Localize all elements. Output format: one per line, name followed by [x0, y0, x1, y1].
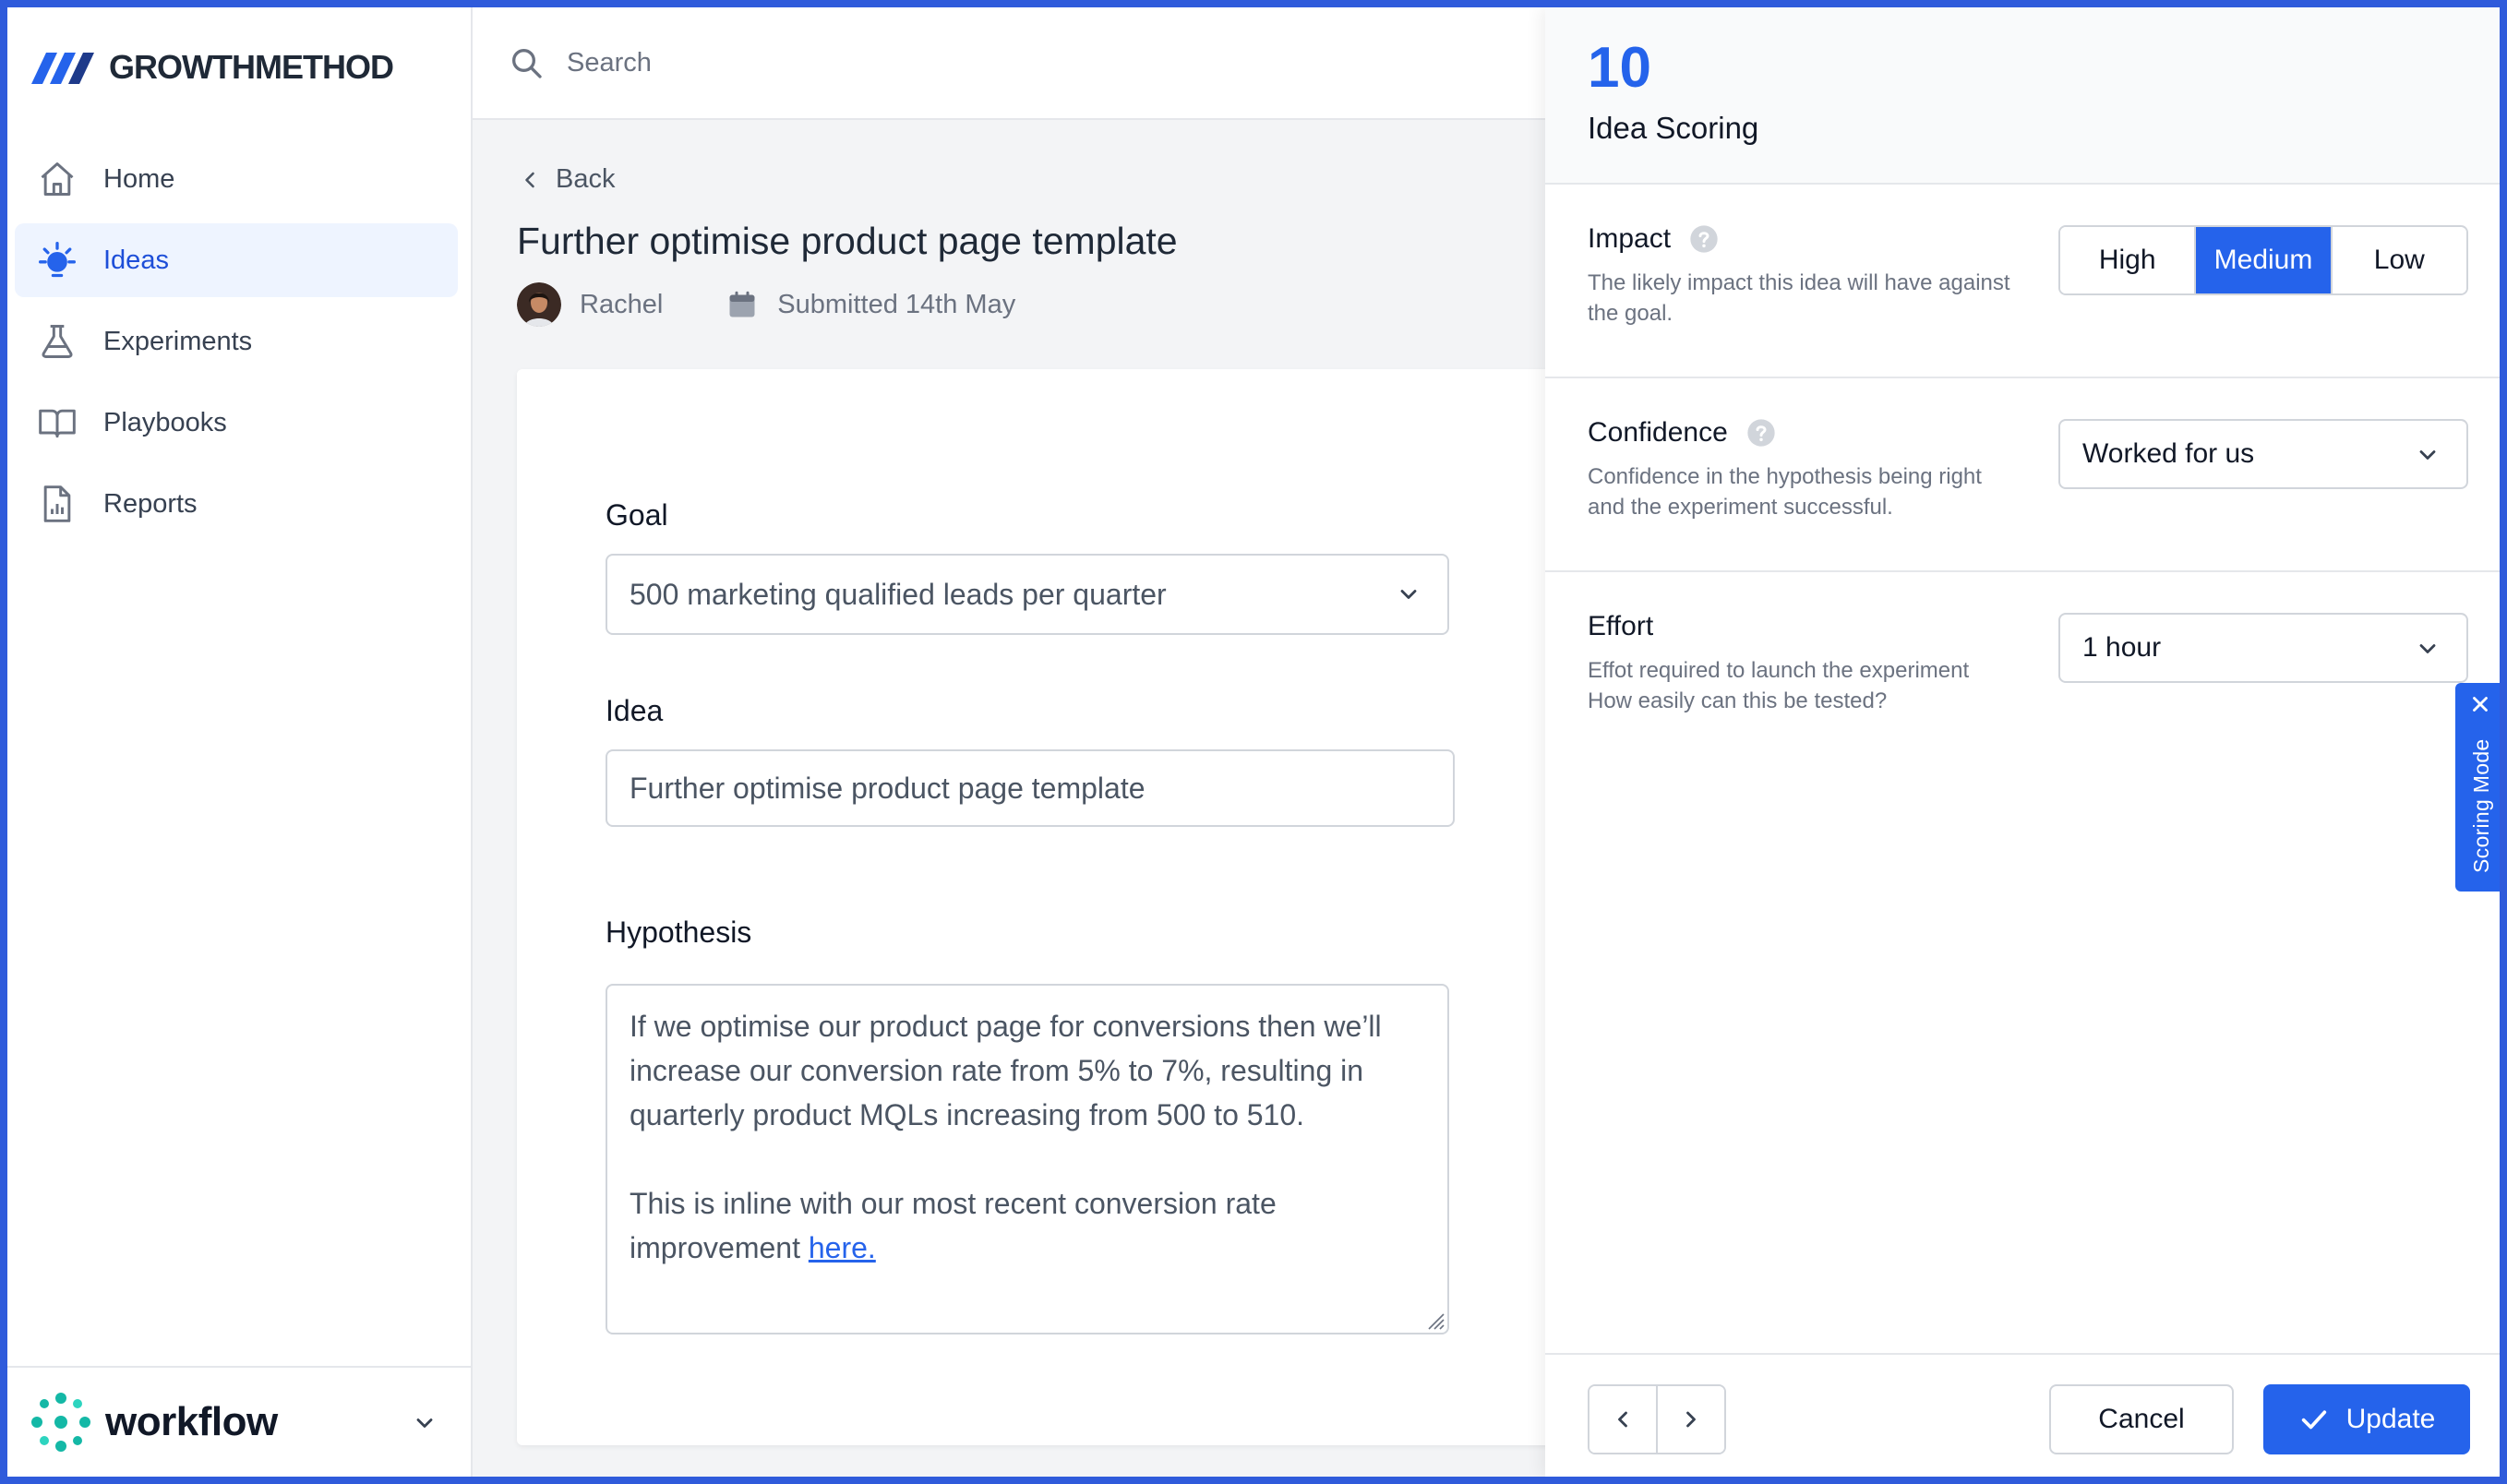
chevron-right-icon: [1686, 1411, 1696, 1428]
back-link[interactable]: Back: [517, 164, 615, 195]
confidence-value: Worked for us: [2082, 438, 2255, 469]
sidebar-item-label: Reports: [103, 488, 198, 519]
chevron-down-icon: [1400, 590, 1417, 599]
scoring-mode-label: Scoring Mode: [2469, 738, 2493, 873]
previous-idea-button[interactable]: [1589, 1386, 1656, 1453]
chevron-down-icon: [2419, 450, 2436, 460]
sidebar-item-playbooks[interactable]: Playbooks: [15, 386, 458, 460]
update-button[interactable]: Update: [2263, 1384, 2470, 1454]
effort-description-line: Effot required to launch the experiment: [1588, 658, 1970, 683]
impact-description: The likely impact this idea will have ag…: [1588, 270, 2010, 326]
book-icon: [39, 409, 76, 438]
impact-label: Impact: [1588, 223, 1719, 255]
brand-logo[interactable]: GROWTHMETHOD: [30, 48, 394, 87]
hypothesis-text: This is inline with our most recent conv…: [630, 1187, 1277, 1264]
sidebar-item-ideas[interactable]: Ideas: [15, 223, 458, 297]
chevron-down-icon: [416, 1418, 433, 1428]
brand-name: GROWTHMETHOD: [109, 48, 394, 86]
idea-input[interactable]: Further optimise product page template: [606, 749, 1455, 827]
effort-description: Effot required to launch the experiment …: [1588, 655, 2021, 716]
idea-value: Further optimise product page template: [630, 771, 1146, 805]
help-icon[interactable]: [1689, 224, 1719, 254]
sidebar-item-label: Experiments: [103, 326, 253, 356]
sidebar-item-experiments[interactable]: Experiments: [15, 305, 458, 378]
goal-select[interactable]: 500 marketing qualified leads per quarte…: [606, 554, 1449, 635]
hypothesis-textarea[interactable]: If we optimise our product page for conv…: [606, 984, 1449, 1334]
effort-label-text: Effort: [1588, 611, 1654, 641]
idea-meta: Rachel Submitted 14th May: [517, 282, 1015, 327]
confidence-label: Confidence: [1588, 417, 1776, 449]
check-icon: [2301, 1410, 2326, 1430]
impact-segmented-control: High Medium Low: [2058, 225, 2468, 295]
confidence-label-text: Confidence: [1588, 417, 1728, 448]
hypothesis-link[interactable]: here.: [809, 1231, 876, 1264]
impact-option-high[interactable]: High: [2060, 227, 2197, 293]
confidence-row: Confidence Confidence in the hypothesis …: [1545, 378, 2500, 572]
search-input[interactable]: [567, 47, 1397, 78]
workflow-name: workflow: [105, 1399, 278, 1444]
hypothesis-paragraph: If we optimise our product page for conv…: [630, 1010, 1382, 1131]
effort-value: 1 hour: [2082, 632, 2162, 663]
search-icon: [512, 49, 542, 78]
workflow-logo-icon: [31, 1393, 90, 1452]
impact-option-low[interactable]: Low: [2332, 227, 2466, 293]
help-icon[interactable]: [1746, 418, 1776, 448]
report-icon: [43, 485, 71, 522]
hypothesis-label: Hypothesis: [606, 916, 752, 949]
sidebar-item-label: Home: [103, 163, 175, 194]
app-window: GROWTHMETHOD Home Ideas Experiments Play…: [7, 7, 2500, 1477]
workspace-switcher[interactable]: workflow: [7, 1366, 471, 1477]
hypothesis-paragraph: This is inline with our most recent conv…: [630, 1181, 1425, 1270]
resize-handle-icon[interactable]: [1421, 1307, 1445, 1331]
panel-title: Idea Scoring: [1588, 111, 1759, 145]
back-label: Back: [556, 164, 616, 194]
sidebar-item-label: Playbooks: [103, 407, 227, 437]
impact-label-text: Impact: [1588, 223, 1672, 254]
lightbulb-icon: [39, 242, 76, 278]
avatar: [517, 282, 561, 327]
search-bar: [473, 7, 1553, 120]
idea-label: Idea: [606, 694, 664, 727]
confidence-description: Confidence in the hypothesis being right…: [1588, 464, 1982, 520]
next-idea-button[interactable]: [1656, 1386, 1724, 1453]
submitted-date: Submitted 14th May: [777, 289, 1016, 319]
scoring-mode-tab[interactable]: Scoring Mode: [2455, 683, 2500, 892]
confidence-select[interactable]: Worked for us: [2058, 419, 2468, 489]
beaker-icon: [42, 325, 73, 358]
sidebar-item-home[interactable]: Home: [15, 142, 458, 216]
scoring-footer: Cancel Update: [1545, 1353, 2500, 1477]
sidebar-item-label: Ideas: [103, 245, 169, 275]
score-value: 10: [1588, 36, 1651, 100]
chevron-left-icon: [525, 172, 534, 187]
chevron-down-icon: [2419, 644, 2436, 653]
effort-description-line: How easily can this be tested?: [1588, 688, 1888, 713]
effort-row: Effort Effot required to launch the expe…: [1545, 572, 2500, 766]
goal-label: Goal: [606, 498, 668, 532]
calendar-icon: [729, 291, 755, 317]
idea-form-card: Goal 500 marketing qualified leads per q…: [517, 369, 1554, 1445]
growthmethod-logo-icon: [31, 53, 94, 84]
close-icon[interactable]: [2468, 692, 2492, 716]
goal-value: 500 marketing qualified leads per quarte…: [630, 577, 1167, 611]
page-title: Further optimise product page template: [517, 220, 1178, 262]
impact-option-medium[interactable]: Medium: [2196, 227, 2333, 293]
idea-pager: [1588, 1384, 1726, 1454]
idea-scoring-panel: 10 Idea Scoring Impact The likely impact…: [1545, 7, 2500, 1477]
update-label: Update: [2345, 1404, 2436, 1434]
effort-label: Effort: [1588, 611, 1653, 642]
impact-row: Impact The likely impact this idea will …: [1545, 185, 2500, 378]
chevron-left-icon: [1618, 1411, 1627, 1428]
sidebar-item-reports[interactable]: Reports: [15, 467, 458, 541]
sidebar-nav: Home Ideas Experiments Playbooks Reports: [15, 142, 458, 548]
scoring-header: 10 Idea Scoring: [1545, 7, 2500, 185]
sidebar: GROWTHMETHOD Home Ideas Experiments Play…: [7, 7, 473, 1477]
author-name: Rachel: [580, 289, 664, 319]
cancel-button[interactable]: Cancel: [2049, 1384, 2234, 1454]
effort-select[interactable]: 1 hour: [2058, 613, 2468, 683]
home-icon: [41, 162, 74, 196]
